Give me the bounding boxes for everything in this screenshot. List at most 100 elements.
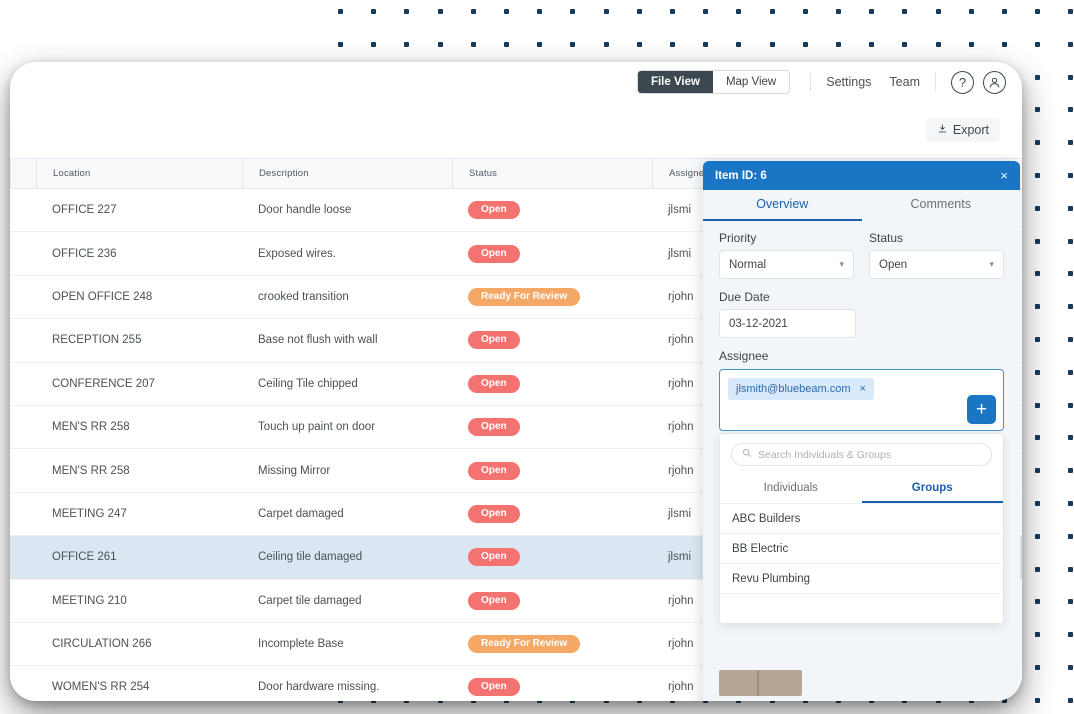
background-dot xyxy=(371,9,377,14)
priority-select[interactable]: Normal ▾ xyxy=(719,250,854,279)
background-dot xyxy=(1068,107,1074,113)
background-dot xyxy=(1002,41,1007,47)
background-dot xyxy=(570,41,576,47)
nav-link-settings[interactable]: Settings xyxy=(817,75,880,89)
panel-title: Item ID: 6 xyxy=(715,169,767,182)
group-list-item[interactable]: ABC Builders xyxy=(720,503,1003,533)
cell-location: RECEPTION 255 xyxy=(52,334,142,347)
background-dot xyxy=(1035,337,1041,342)
cell-status: Open xyxy=(452,548,652,567)
cell-location: OPEN OFFICE 248 xyxy=(52,290,153,303)
background-dot xyxy=(1068,271,1074,277)
status-badge: Ready For Review xyxy=(468,635,581,654)
background-dot xyxy=(1068,337,1074,342)
cell-description: Base not flush with wall xyxy=(258,334,378,347)
tab-overview[interactable]: Overview xyxy=(703,190,862,221)
background-dot xyxy=(1068,238,1074,244)
tab-individuals[interactable]: Individuals xyxy=(720,475,862,503)
table-header-location[interactable]: Location xyxy=(36,158,242,189)
background-dot xyxy=(1035,632,1041,638)
assignee-search-placeholder: Search Individuals & Groups xyxy=(758,448,892,461)
background-dot xyxy=(504,9,509,14)
background-dot xyxy=(1035,173,1041,178)
background-dot xyxy=(1068,140,1074,146)
tab-comments[interactable]: Comments xyxy=(862,190,1021,221)
tab-map-view[interactable]: Map View xyxy=(713,71,789,93)
due-date-value: 03-12-2021 xyxy=(729,317,788,330)
background-dot xyxy=(636,9,642,14)
background-dot xyxy=(603,41,609,47)
tab-groups[interactable]: Groups xyxy=(861,475,1003,503)
cell-status: Open xyxy=(452,591,652,610)
cell-description: crooked transition xyxy=(258,290,349,303)
cell-status: Ready For Review xyxy=(452,635,652,654)
table-header-description[interactable]: Description xyxy=(242,158,452,189)
cell-location: MEETING 210 xyxy=(52,594,127,607)
help-icon[interactable]: ? xyxy=(951,70,974,94)
assignee-list-empty-row xyxy=(720,593,1003,623)
background-dot xyxy=(670,41,675,47)
tab-file-view[interactable]: File View xyxy=(637,71,713,93)
status-badge: Open xyxy=(468,374,520,393)
add-assignee-button[interactable]: + xyxy=(967,395,996,424)
cell-description: Ceiling tile damaged xyxy=(258,551,363,564)
background-dot xyxy=(1068,566,1074,572)
background-dot xyxy=(1068,665,1074,670)
background-dot xyxy=(404,41,410,47)
nav-divider-right xyxy=(935,73,936,91)
background-dot xyxy=(1068,205,1074,211)
group-list-item[interactable]: Revu Plumbing xyxy=(720,563,1003,593)
cell-status: Open xyxy=(452,504,652,523)
nav-link-team[interactable]: Team xyxy=(880,75,929,89)
status-badge: Open xyxy=(468,504,520,523)
background-dot xyxy=(1002,9,1007,14)
cell-status: Open xyxy=(452,374,652,393)
export-label: Export xyxy=(952,123,989,137)
assignee-search-input[interactable]: Search Individuals & Groups xyxy=(731,443,992,466)
background-dot xyxy=(703,41,709,47)
background-dot xyxy=(802,9,808,14)
status-select[interactable]: Open ▾ xyxy=(869,250,1004,279)
background-dot xyxy=(736,9,742,14)
background-dot xyxy=(1035,501,1041,506)
table-header-status[interactable]: Status xyxy=(452,158,652,189)
nav-divider-left xyxy=(810,73,812,91)
export-button[interactable]: Export xyxy=(925,118,1000,142)
background-dot xyxy=(537,9,543,14)
background-dot xyxy=(338,9,343,14)
cell-description: Ceiling Tile chipped xyxy=(258,377,358,390)
top-navigation-bar: File View Map View Settings Team ? xyxy=(10,62,1022,102)
cell-description: Touch up paint on door xyxy=(258,421,376,434)
cell-description: Door hardware missing. xyxy=(258,681,380,694)
background-dot xyxy=(1035,402,1041,408)
background-dot xyxy=(603,9,609,14)
attached-photo-thumbnail[interactable] xyxy=(719,670,802,696)
chevron-down-icon: ▾ xyxy=(839,259,844,269)
status-badge: Open xyxy=(468,591,520,610)
cell-location: OFFICE 227 xyxy=(52,204,117,217)
account-icon[interactable] xyxy=(983,70,1006,94)
background-dot xyxy=(1035,304,1041,310)
chip-remove-icon[interactable]: × xyxy=(860,383,866,395)
cell-description: Incomplete Base xyxy=(258,638,344,651)
cell-location: WOMEN'S RR 254 xyxy=(52,681,150,694)
group-list-item[interactable]: BB Electric xyxy=(720,533,1003,563)
due-date-input[interactable]: 03-12-2021 xyxy=(719,309,856,338)
background-dot xyxy=(1068,41,1074,47)
cell-location: MEETING 247 xyxy=(52,507,127,520)
background-dot xyxy=(1035,140,1041,146)
background-dot xyxy=(670,9,675,14)
cell-status: Open xyxy=(452,461,652,480)
status-badge: Open xyxy=(468,331,520,350)
background-dot xyxy=(371,41,377,47)
close-icon[interactable]: × xyxy=(1000,168,1008,183)
table-header-gutter xyxy=(10,158,36,189)
background-dot xyxy=(902,41,908,47)
background-dot xyxy=(338,41,343,47)
view-toggle-group[interactable]: File View Map View xyxy=(636,70,791,94)
background-dot xyxy=(1068,599,1074,605)
assignee-box[interactable]: jlsmith@bluebeam.com × + xyxy=(719,369,1004,431)
assignee-chip[interactable]: jlsmith@bluebeam.com × xyxy=(728,378,874,400)
background-dot xyxy=(504,41,509,47)
photo-seam xyxy=(757,670,759,696)
